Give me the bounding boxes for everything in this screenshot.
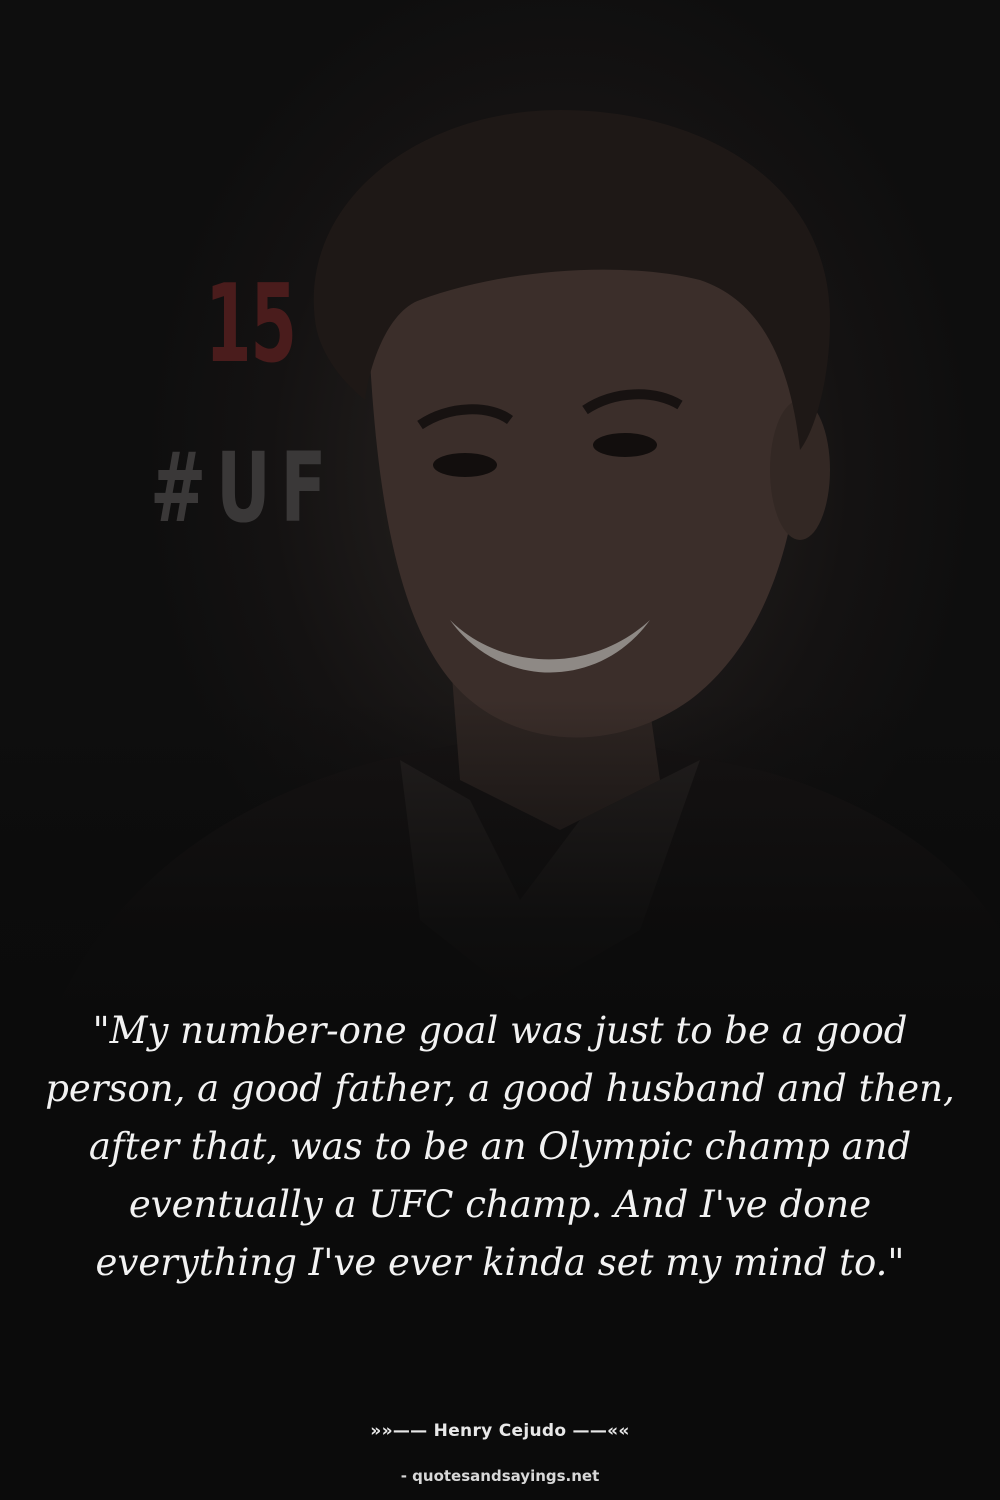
person-eye-left: [433, 453, 497, 477]
person-eye-right: [593, 433, 657, 457]
source-credit: - quotesandsayings.net: [400, 1467, 600, 1485]
quote-text: "My number-one goal was just to be a goo…: [45, 1009, 955, 1284]
quote-card: 15 #UF "My number-one goal was just to b…: [0, 0, 1000, 1500]
quote-author: »»—— Henry Cejudo ——««: [370, 1421, 630, 1441]
photo-fade: [0, 700, 1000, 1020]
